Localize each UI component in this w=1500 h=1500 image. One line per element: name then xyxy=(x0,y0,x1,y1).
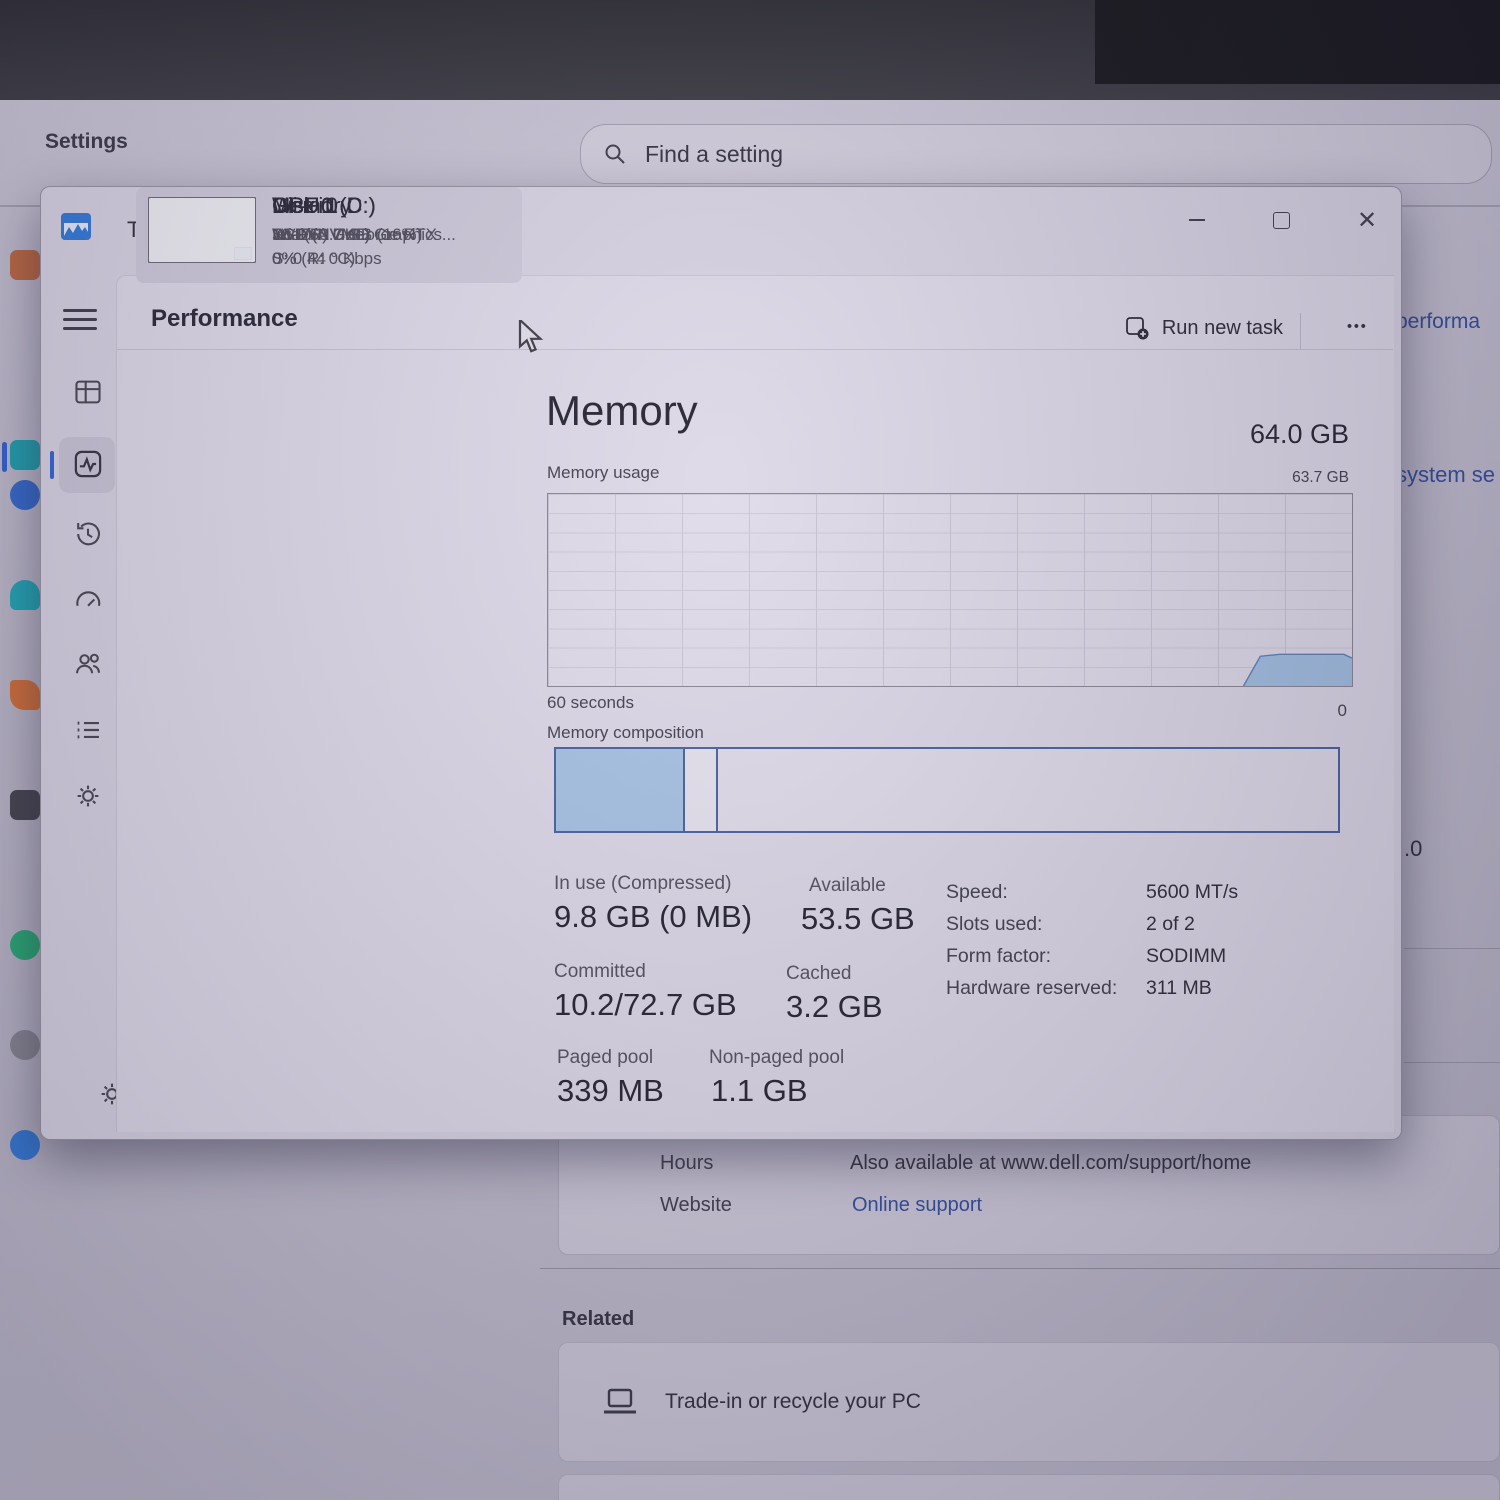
settings-nav-personalization-icon[interactable] xyxy=(10,680,40,710)
stat-label: Non-paged pool xyxy=(709,1047,844,1069)
detail-label: Form factor: xyxy=(946,945,1051,968)
stat-label: Committed xyxy=(554,961,646,983)
settings-nav-bluetooth-icon[interactable] xyxy=(10,480,40,510)
settings-nav-update-icon[interactable] xyxy=(10,1130,40,1160)
related-card-label: Trade-in or recycle your PC xyxy=(665,1390,921,1414)
memory-total-value: 64.0 GB xyxy=(1250,419,1349,450)
detail-label: Hardware reserved: xyxy=(946,977,1117,1000)
detail-value: 5600 MT/s xyxy=(1146,881,1238,904)
details-tab-icon[interactable] xyxy=(73,715,103,745)
related-heading: Related xyxy=(562,1308,634,1331)
stat-value: 339 MB xyxy=(557,1073,664,1109)
settings-nav-network-icon[interactable] xyxy=(10,580,40,610)
support-row-label: Website xyxy=(660,1194,732,1216)
detail-value: 2 of 2 xyxy=(1146,913,1195,936)
support-row-website: Website Online support xyxy=(660,1194,732,1217)
minimize-icon xyxy=(1189,219,1205,221)
minimize-button[interactable] xyxy=(1173,199,1221,241)
memory-scale-max: 63.7 GB xyxy=(1292,469,1349,487)
stat-label: Available xyxy=(809,875,886,897)
sidebar-item-sub2: 0% (44 °C) xyxy=(272,249,355,269)
menu-toggle-button[interactable] xyxy=(63,303,97,329)
settings-partial-link-system[interactable]: system se xyxy=(1396,462,1495,488)
app-history-tab-icon[interactable] xyxy=(73,519,103,549)
close-icon: ✕ xyxy=(1357,206,1377,235)
run-new-task-label: Run new task xyxy=(1162,317,1283,340)
memory-usage-series xyxy=(548,494,1352,686)
settings-partial-link-performance[interactable]: performa xyxy=(1396,310,1480,334)
detail-value: SODIMM xyxy=(1146,945,1226,968)
settings-nav-selected-indicator xyxy=(2,442,7,472)
performance-tab-icon[interactable] xyxy=(73,449,103,479)
settings-nav-time-icon[interactable] xyxy=(10,1030,40,1060)
memory-composition-label: Memory composition xyxy=(547,723,704,743)
related-card-tradein[interactable]: Trade-in or recycle your PC xyxy=(558,1342,1500,1462)
page-title: Performance xyxy=(151,305,298,333)
stat-value: 10.2/72.7 GB xyxy=(554,987,737,1023)
mouse-cursor xyxy=(518,320,548,354)
laptop-icon xyxy=(601,1387,639,1417)
sidebar-item-title: GPU 1 xyxy=(272,193,338,219)
sidebar-item-gpu1[interactable]: GPU 1 NVIDIA GeForce RTX ... 0% (44 °C) xyxy=(136,187,522,283)
stat-label: Paged pool xyxy=(557,1047,653,1069)
search-icon xyxy=(603,142,627,166)
more-options-button[interactable]: ●●● xyxy=(1346,320,1367,331)
sidebar-item-sub: NVIDIA GeForce RTX ... xyxy=(272,225,456,245)
task-manager-app-icon xyxy=(61,213,91,240)
detail-label: Slots used: xyxy=(946,913,1042,936)
stat-label: In use (Compressed) xyxy=(554,873,731,895)
users-tab-icon[interactable] xyxy=(73,649,103,679)
search-input[interactable]: Find a setting xyxy=(580,124,1492,184)
run-new-task-button[interactable]: Run new task xyxy=(1124,315,1283,341)
chart-x-left-label: 60 seconds xyxy=(547,693,634,713)
detail-value: 311 MB xyxy=(1146,977,1212,1000)
rail-selected-indicator xyxy=(50,451,54,479)
memory-usage-chart xyxy=(547,493,1353,687)
toolbar-separator xyxy=(1300,313,1301,349)
panel-header-divider xyxy=(117,349,1393,350)
detail-label: Speed: xyxy=(946,881,1008,904)
chart-x-right-label: 0 xyxy=(1338,701,1347,721)
settings-nav-accounts-icon[interactable] xyxy=(10,930,40,960)
memory-pane-title: Memory xyxy=(546,387,698,435)
maximize-icon xyxy=(1273,212,1290,229)
processes-tab-icon[interactable] xyxy=(73,377,103,407)
settings-partial-number: .0 xyxy=(1404,836,1422,862)
settings-nav-home-icon[interactable] xyxy=(10,250,40,280)
maximize-button[interactable] xyxy=(1257,199,1305,241)
screen-photo: Settings Find a setting performa system … xyxy=(0,0,1500,1500)
startup-apps-tab-icon[interactable] xyxy=(73,585,103,615)
composition-free-segment xyxy=(718,749,1338,831)
settings-row-separator xyxy=(1404,948,1500,949)
memory-usage-label: Memory usage xyxy=(547,463,659,483)
task-manager-panel xyxy=(116,275,1394,1132)
composition-modified-segment xyxy=(685,749,718,831)
run-new-task-icon xyxy=(1124,315,1150,341)
stat-value: 9.8 GB (0 MB) xyxy=(554,899,752,935)
support-row-hours: Hours Also available at www.dell.com/sup… xyxy=(660,1152,713,1175)
related-card-product-key[interactable]: Product key and activation xyxy=(558,1474,1500,1500)
stat-value: 1.1 GB xyxy=(711,1073,808,1109)
online-support-link[interactable]: Online support xyxy=(852,1194,1252,1217)
close-button[interactable]: ✕ xyxy=(1343,199,1391,241)
settings-row-separator xyxy=(1404,1062,1500,1063)
memory-composition-bar xyxy=(554,747,1340,833)
search-placeholder: Find a setting xyxy=(645,141,783,168)
stat-label: Cached xyxy=(786,963,852,985)
task-manager-window: Task Manager ✕ Performance Run new task … xyxy=(40,186,1402,1140)
monitor-bezel-block xyxy=(1095,0,1500,84)
stat-value: 3.2 GB xyxy=(786,989,883,1025)
settings-nav-apps-icon[interactable] xyxy=(10,790,40,820)
support-row-label: Hours xyxy=(660,1152,713,1174)
services-tab-icon[interactable] xyxy=(73,781,103,811)
settings-nav-display-icon[interactable] xyxy=(10,440,40,470)
settings-section-divider xyxy=(540,1268,1500,1269)
support-row-value: Also available at www.dell.com/support/h… xyxy=(850,1152,1450,1175)
composition-in-use-segment xyxy=(556,749,685,831)
gpu1-thumbnail-graph xyxy=(148,197,256,263)
stat-value: 53.5 GB xyxy=(801,901,915,937)
settings-app-title: Settings xyxy=(45,130,128,154)
